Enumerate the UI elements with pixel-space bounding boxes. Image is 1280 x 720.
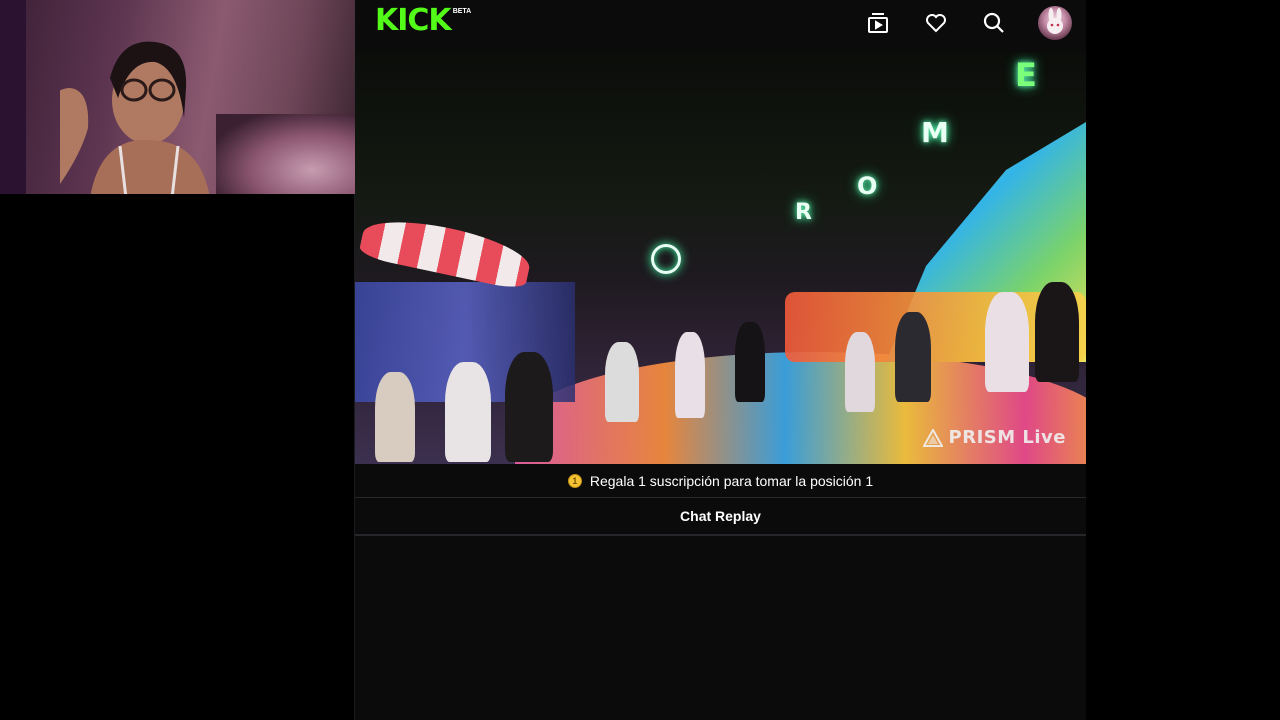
- prism-live-watermark: PRISM Live: [922, 427, 1066, 448]
- neon-letter: M: [921, 116, 949, 149]
- heart-icon[interactable]: [922, 9, 950, 37]
- right-background: [1086, 0, 1280, 720]
- beta-badge: BETA: [452, 8, 472, 15]
- neon-letter: O: [857, 172, 878, 200]
- top-navigation-bar: KICK BETA: [355, 0, 1086, 52]
- search-icon[interactable]: [980, 9, 1008, 37]
- user-avatar[interactable]: [1038, 6, 1072, 40]
- prism-live-text: PRISM Live: [948, 427, 1066, 448]
- webcam-wall: [0, 0, 26, 194]
- chat-messages-area[interactable]: [355, 537, 1086, 720]
- webcam-overlay: [0, 0, 376, 194]
- logo-text: KICK: [375, 3, 452, 38]
- neon-letter: E: [1015, 56, 1037, 94]
- streamer-webcam-figure: [60, 41, 210, 194]
- screen: KICK BETA R O M E PRISM Live 1 Regala 1 …: [0, 0, 1280, 720]
- top-icons: [864, 6, 1072, 40]
- main-column: KICK BETA R O M E PRISM Live 1 Regala 1 …: [355, 0, 1086, 720]
- webcam-bed-pillow: [216, 114, 376, 194]
- video-player[interactable]: R O M E PRISM Live: [355, 52, 1086, 464]
- prism-triangle-icon: [922, 428, 943, 447]
- clips-icon[interactable]: [864, 9, 892, 37]
- neon-ring: [651, 244, 681, 274]
- chat-replay-header: Chat Replay: [355, 498, 1086, 536]
- rank-badge-icon: 1: [567, 473, 582, 488]
- neon-letter: R: [795, 200, 812, 225]
- gift-subscription-banner[interactable]: 1 Regala 1 suscripción para tomar la pos…: [355, 464, 1086, 498]
- gift-subscription-text: Regala 1 suscripción para tomar la posic…: [589, 472, 874, 489]
- video-umbrella: [358, 210, 534, 292]
- chat-replay-title: Chat Replay: [680, 508, 761, 524]
- kick-logo[interactable]: KICK BETA: [375, 6, 471, 36]
